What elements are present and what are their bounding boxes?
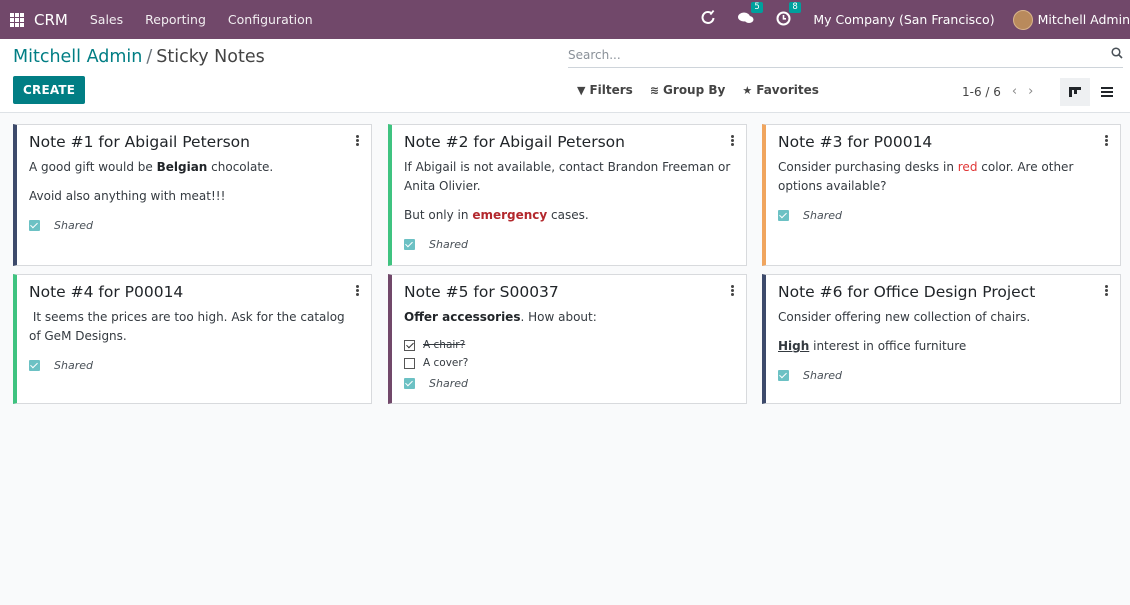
app-brand[interactable]: CRM bbox=[34, 11, 68, 29]
group-by-button[interactable]: ≋ Group By bbox=[650, 83, 726, 97]
control-panel: Mitchell Admin/Sticky Notes CREATE ▼Filt… bbox=[0, 39, 1130, 113]
note-title: Note #2 for Abigail Peterson bbox=[404, 133, 625, 151]
pager-previous-icon[interactable]: ‹ bbox=[1012, 84, 1017, 99]
pager: 1-6 / 6 ‹ › bbox=[962, 84, 1033, 99]
kanban-view-button[interactable] bbox=[1060, 78, 1090, 106]
note-title: Note #6 for Office Design Project bbox=[778, 283, 1036, 301]
shared-toggle[interactable]: Shared bbox=[29, 356, 357, 375]
filters-button[interactable]: ▼ Filters bbox=[577, 83, 633, 97]
pager-next-icon[interactable]: › bbox=[1028, 84, 1033, 99]
checkbox-empty-icon[interactable] bbox=[404, 357, 415, 369]
page-title: Sticky Notes bbox=[156, 47, 265, 67]
company-switcher[interactable]: My Company (San Francisco) bbox=[813, 12, 994, 27]
checklist-item[interactable]: A cover? bbox=[404, 354, 732, 372]
note-title: Note #4 for P00014 bbox=[29, 283, 184, 301]
messages-count-badge: 5 bbox=[751, 2, 763, 14]
kebab-menu-icon[interactable] bbox=[356, 285, 359, 296]
breadcrumb: Mitchell Admin / Sticky Notes bbox=[13, 47, 265, 67]
shared-toggle[interactable]: Shared bbox=[29, 216, 357, 235]
kanban-icon bbox=[1069, 87, 1081, 97]
kebab-menu-icon[interactable] bbox=[731, 285, 734, 296]
shared-toggle[interactable]: Shared bbox=[404, 374, 732, 393]
menu-reporting[interactable]: Reporting bbox=[145, 12, 206, 27]
checklist-item[interactable]: A chair? bbox=[404, 336, 732, 354]
kebab-menu-icon[interactable] bbox=[1105, 285, 1108, 296]
note-body: It seems the prices are too high. Ask fo… bbox=[29, 308, 357, 375]
user-avatar[interactable] bbox=[1012, 9, 1033, 30]
user-menu[interactable]: Mitchell Admin bbox=[1038, 12, 1130, 27]
note-title: Note #5 for S00037 bbox=[404, 283, 559, 301]
favorites-label: Favorites bbox=[756, 83, 819, 97]
kebab-menu-icon[interactable] bbox=[356, 135, 359, 146]
favorites-button[interactable]: ★ Favorites bbox=[742, 83, 819, 97]
activities-count-badge: 8 bbox=[789, 1, 801, 13]
group-by-label: Group By bbox=[663, 83, 726, 97]
checkbox-checked-icon bbox=[404, 239, 415, 250]
note-title: Note #1 for Abigail Peterson bbox=[29, 133, 250, 151]
star-icon: ★ bbox=[742, 83, 753, 97]
note-body: Consider purchasing desks in red color. … bbox=[778, 158, 1106, 225]
apps-menu-icon[interactable] bbox=[10, 12, 24, 27]
checkbox-checked-icon bbox=[404, 378, 415, 389]
menu-configuration[interactable]: Configuration bbox=[228, 12, 313, 27]
checkbox-checked-icon bbox=[29, 220, 40, 231]
filter-icon: ▼ bbox=[577, 83, 586, 97]
shared-toggle[interactable]: Shared bbox=[778, 366, 1106, 385]
search-input[interactable] bbox=[568, 44, 1098, 66]
note-title: Note #3 for P00014 bbox=[778, 133, 933, 151]
search-options: ▼ Filters ≋ Group By ★ Favorites bbox=[577, 83, 836, 97]
note-body: Consider offering new collection of chai… bbox=[778, 308, 1106, 385]
note-body: Offer accessories. How about: A chair? A… bbox=[404, 308, 732, 393]
shared-toggle[interactable]: Shared bbox=[778, 206, 1106, 225]
note-card-3[interactable]: Note #3 for P00014 Consider purchasing d… bbox=[762, 124, 1121, 266]
note-card-6[interactable]: Note #6 for Office Design Project Consid… bbox=[762, 274, 1121, 404]
note-card-1[interactable]: Note #1 for Abigail Peterson A good gift… bbox=[13, 124, 372, 266]
note-card-5[interactable]: Note #5 for S00037 Offer accessories. Ho… bbox=[388, 274, 747, 404]
kebab-menu-icon[interactable] bbox=[731, 135, 734, 146]
shared-toggle[interactable]: Shared bbox=[404, 235, 732, 254]
note-card-4[interactable]: Note #4 for P00014 It seems the prices a… bbox=[13, 274, 372, 404]
list-view-button[interactable] bbox=[1092, 78, 1122, 106]
search-icon[interactable] bbox=[1111, 47, 1123, 63]
messages-icon[interactable]: 5 bbox=[738, 2, 763, 28]
note-card-2[interactable]: Note #2 for Abigail Peterson If Abigail … bbox=[388, 124, 747, 266]
checkbox-checked-icon bbox=[29, 360, 40, 371]
refresh-icon[interactable] bbox=[700, 10, 716, 29]
filters-label: Filters bbox=[589, 83, 633, 97]
breadcrumb-parent[interactable]: Mitchell Admin bbox=[13, 47, 142, 67]
create-button[interactable]: CREATE bbox=[13, 76, 86, 104]
layers-icon: ≋ bbox=[649, 83, 660, 97]
list-icon bbox=[1101, 87, 1113, 97]
activities-clock-icon[interactable]: 8 bbox=[776, 1, 801, 29]
menu-sales[interactable]: Sales bbox=[90, 12, 123, 27]
search-bar bbox=[568, 44, 1123, 68]
top-navbar: CRM Sales Reporting Configuration 5 8 My… bbox=[0, 0, 1130, 39]
pager-value[interactable]: 1-6 / 6 bbox=[962, 85, 1001, 99]
kebab-menu-icon[interactable] bbox=[1105, 135, 1108, 146]
breadcrumb-separator: / bbox=[146, 47, 153, 67]
checkbox-checked-icon bbox=[778, 370, 789, 381]
checkbox-checked-icon bbox=[778, 210, 789, 221]
checkbox-checked-icon[interactable] bbox=[404, 339, 415, 351]
note-body: If Abigail is not available, contact Bra… bbox=[404, 158, 732, 254]
note-body: A good gift would be Belgian chocolate. … bbox=[29, 158, 357, 235]
